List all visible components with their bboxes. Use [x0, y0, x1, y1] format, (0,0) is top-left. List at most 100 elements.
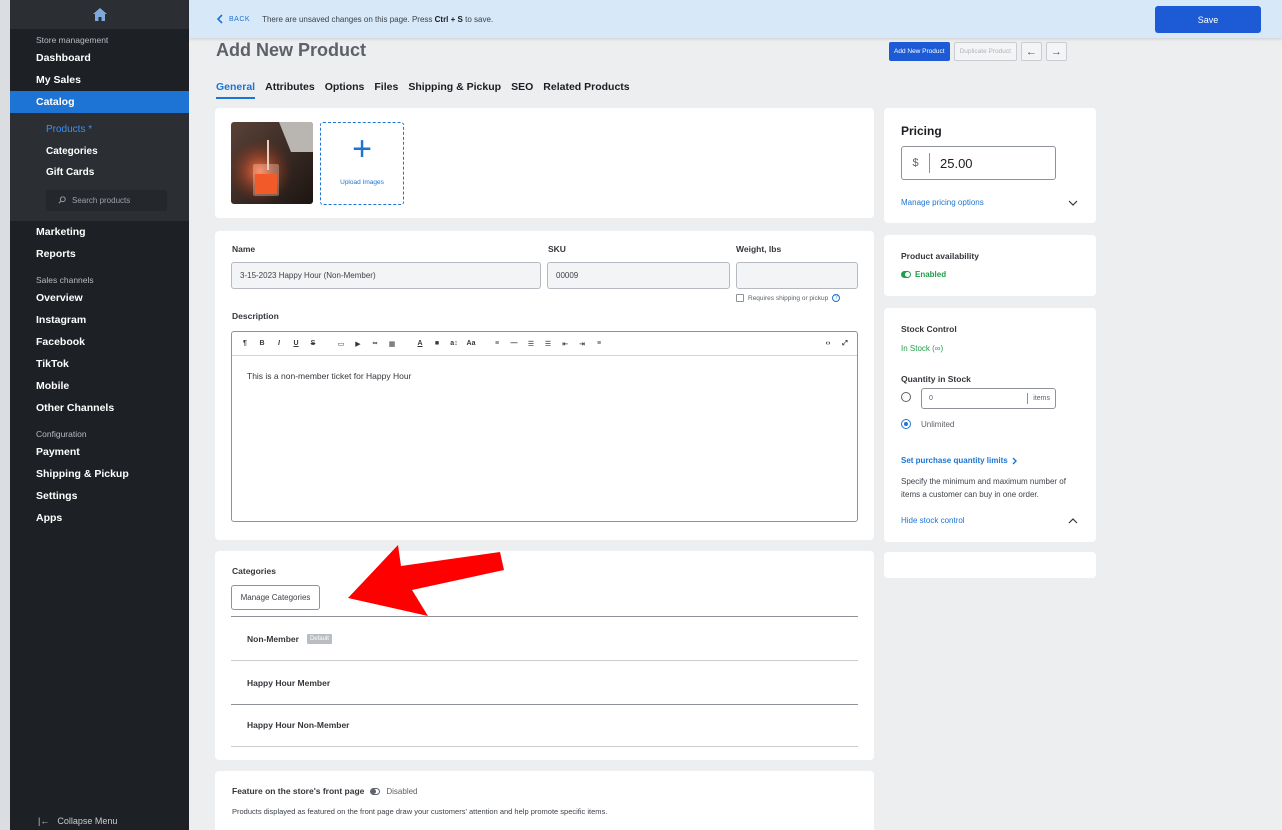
- sidebar-item-shipping[interactable]: Shipping & Pickup: [10, 463, 189, 485]
- sidebar-item-apps[interactable]: Apps: [10, 507, 189, 529]
- unlimited-radio[interactable]: [901, 419, 911, 429]
- sidebar-item-dashboard[interactable]: Dashboard: [10, 47, 189, 69]
- sidebar-search-products[interactable]: Search products: [46, 189, 167, 211]
- back-link[interactable]: BACK: [217, 14, 250, 24]
- background-color-icon[interactable]: ■: [432, 340, 442, 347]
- collapse-menu-button[interactable]: |← Collapse Menu: [38, 816, 117, 826]
- paragraph-format-icon[interactable]: ≡: [594, 340, 604, 347]
- sidebar-item-overview[interactable]: Overview: [10, 287, 189, 309]
- price-input[interactable]: $ 25.00: [901, 146, 1056, 180]
- image-icon[interactable]: ▭: [336, 340, 346, 348]
- align-icon[interactable]: ≡: [492, 340, 502, 347]
- font-color-icon[interactable]: A: [415, 340, 425, 347]
- unsaved-changes-banner: BACK There are unsaved changes on this p…: [189, 0, 1282, 38]
- chevron-right-icon: [1012, 457, 1017, 464]
- chevron-up-icon[interactable]: [1068, 518, 1078, 524]
- font-size-icon[interactable]: a↕: [449, 340, 459, 347]
- italic-icon[interactable]: I: [274, 340, 284, 347]
- requires-shipping-checkbox[interactable]: [736, 294, 744, 302]
- next-product-button[interactable]: →: [1045, 42, 1067, 61]
- description-label: Description: [232, 311, 279, 321]
- bulleted-list-icon[interactable]: ☰: [526, 340, 536, 348]
- section-configuration: Configuration: [36, 428, 87, 439]
- horizontal-rule-icon[interactable]: —: [509, 340, 519, 347]
- save-shortcut: Ctrl + S: [434, 14, 463, 24]
- quantity-input[interactable]: 0 items: [921, 388, 1056, 409]
- link-icon[interactable]: ∞: [370, 340, 380, 347]
- upload-images-button[interactable]: + Upload Images: [320, 122, 404, 205]
- sidebar-item-settings[interactable]: Settings: [10, 485, 189, 507]
- search-icon: [58, 196, 66, 204]
- tab-attributes[interactable]: Attributes: [265, 81, 315, 99]
- tab-related-products[interactable]: Related Products: [543, 81, 629, 99]
- add-new-product-button[interactable]: Add New Product: [889, 42, 950, 61]
- tab-shipping-pickup[interactable]: Shipping & Pickup: [408, 81, 501, 99]
- paragraph-icon[interactable]: ¶: [240, 340, 250, 347]
- hide-stock-control-link[interactable]: Hide stock control: [901, 516, 965, 525]
- category-name: Non-Member: [247, 633, 299, 644]
- tab-general[interactable]: General: [216, 81, 256, 99]
- sidebar-item-my-sales[interactable]: My Sales: [10, 69, 189, 91]
- sidebar-item-tiktok[interactable]: TikTok: [10, 353, 189, 375]
- home-button[interactable]: [10, 0, 189, 29]
- sku-input[interactable]: 00009: [547, 262, 730, 289]
- previous-product-button[interactable]: ←: [1020, 42, 1042, 61]
- name-label: Name: [232, 244, 256, 254]
- category-row[interactable]: Non-Member Default: [231, 617, 858, 661]
- sidebar-item-payment[interactable]: Payment: [10, 441, 189, 463]
- purchase-limits-link[interactable]: Set purchase quantity limits: [901, 456, 1017, 465]
- sidebar-subitem-products[interactable]: Products *: [10, 119, 189, 141]
- category-row[interactable]: Happy Hour Non-Member: [231, 703, 858, 747]
- bold-icon[interactable]: B: [257, 340, 267, 347]
- tab-options[interactable]: Options: [325, 81, 365, 99]
- requires-shipping-row: Requires shipping or pickup ?: [736, 294, 841, 302]
- quantity-radio[interactable]: [901, 392, 911, 402]
- sidebar-subitem-categories[interactable]: Categories: [10, 141, 189, 163]
- unsaved-message: There are unsaved changes on this page. …: [262, 15, 493, 24]
- details-card: Name 3-15-2023 Happy Hour (Non-Member) S…: [215, 231, 874, 540]
- description-text[interactable]: This is a non-member ticket for Happy Ho…: [232, 356, 857, 381]
- product-image-thumbnail[interactable]: [231, 122, 313, 204]
- sku-label: SKU: [548, 244, 566, 254]
- manage-categories-button[interactable]: Manage Categories: [231, 585, 320, 610]
- collapse-menu-label: Collapse Menu: [57, 816, 118, 826]
- category-name: Happy Hour Non-Member: [247, 719, 350, 730]
- fullscreen-icon[interactable]: ⤢: [840, 340, 850, 348]
- name-input[interactable]: 3-15-2023 Happy Hour (Non-Member): [231, 262, 541, 289]
- feature-toggle[interactable]: [370, 787, 381, 795]
- indent-icon[interactable]: ⇥: [577, 340, 587, 348]
- sidebar-item-catalog[interactable]: Catalog: [10, 91, 189, 113]
- pricing-title: Pricing: [901, 124, 942, 138]
- sidebar-item-instagram[interactable]: Instagram: [10, 309, 189, 331]
- save-button[interactable]: Save: [1155, 6, 1261, 33]
- availability-toggle[interactable]: Enabled: [901, 270, 946, 279]
- outdent-icon[interactable]: ⇤: [560, 340, 570, 348]
- sidebar-item-other-channels[interactable]: Other Channels: [10, 397, 189, 419]
- duplicate-product-button[interactable]: Duplicate Product: [953, 42, 1017, 61]
- sidebar-item-mobile[interactable]: Mobile: [10, 375, 189, 397]
- stock-control-label: Stock Control: [901, 324, 957, 334]
- numbered-list-icon[interactable]: ☰: [543, 340, 553, 348]
- table-icon[interactable]: ▦: [387, 340, 397, 348]
- left-edge-strip: [0, 0, 10, 830]
- sidebar-item-reports[interactable]: Reports: [10, 243, 189, 265]
- video-icon[interactable]: ▶: [353, 340, 363, 348]
- back-label: BACK: [229, 15, 251, 23]
- strikethrough-icon[interactable]: S: [308, 340, 318, 347]
- sidebar-item-facebook[interactable]: Facebook: [10, 331, 189, 353]
- code-view-icon[interactable]: ‹›: [823, 340, 833, 347]
- underline-icon[interactable]: U: [291, 340, 301, 347]
- tab-files[interactable]: Files: [374, 81, 398, 99]
- sidebar-item-marketing[interactable]: Marketing: [10, 221, 189, 243]
- product-photo: [231, 122, 313, 204]
- category-row[interactable]: Happy Hour Member: [231, 661, 858, 705]
- help-icon[interactable]: ?: [832, 294, 841, 302]
- description-editor: ¶ B I U S ▭ ▶ ∞ ▦ A ■ a↕ Aa ≡ — ☰ ☰ ⇤ ⇥ …: [231, 331, 858, 522]
- search-placeholder: Search products: [72, 195, 131, 205]
- weight-input[interactable]: [736, 262, 858, 289]
- font-family-icon[interactable]: Aa: [466, 340, 476, 347]
- tab-seo[interactable]: SEO: [511, 81, 533, 99]
- sidebar-subitem-gift-cards[interactable]: Gift Cards: [10, 162, 189, 184]
- manage-pricing-link[interactable]: Manage pricing options: [901, 198, 984, 207]
- chevron-down-icon[interactable]: [1068, 200, 1078, 206]
